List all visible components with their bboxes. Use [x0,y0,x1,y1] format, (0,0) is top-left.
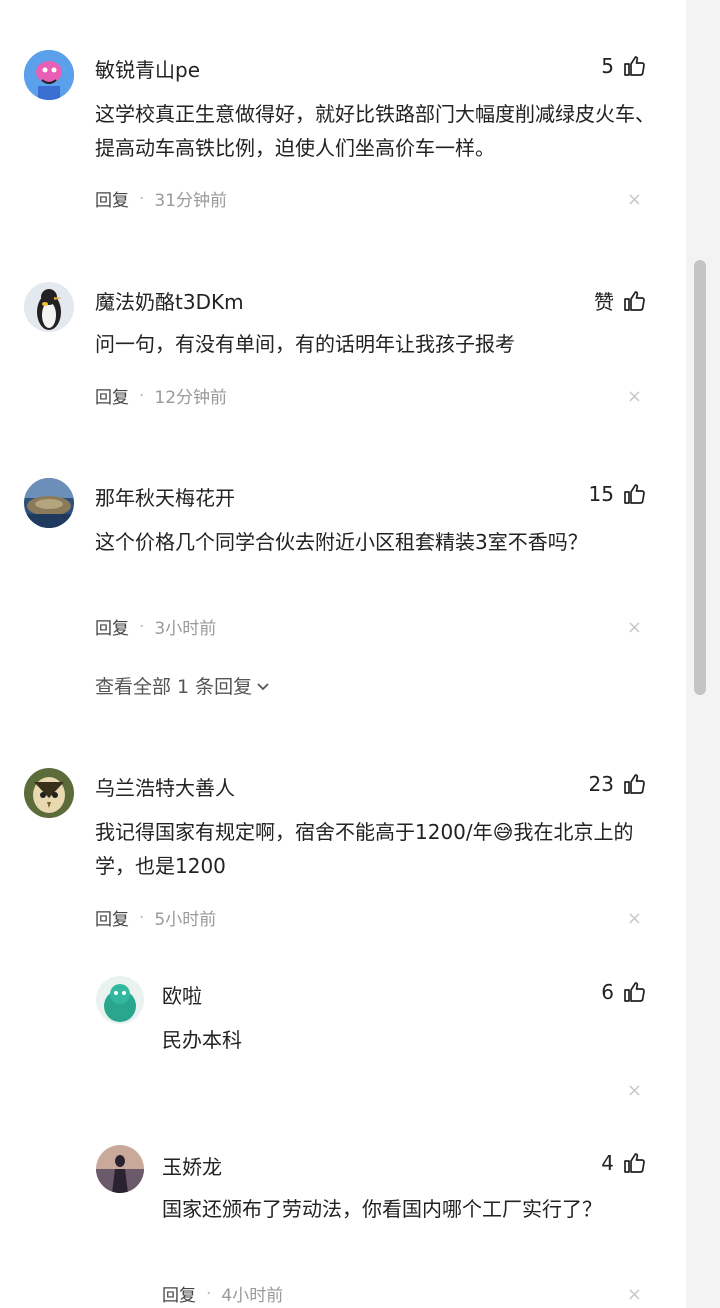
avatar[interactable] [24,50,74,100]
reply-button[interactable]: 回复 [95,186,129,211]
like-button[interactable]: 15 [589,482,646,506]
comment-meta: 回复 · 3小时前 [95,614,217,640]
separator-dot: · [139,188,145,209]
view-all-replies-link[interactable]: 查看全部 1 条回复 [95,672,271,699]
comment-text-part: 我记得国家有规定啊，宿舍不能高于1200/年 [95,820,493,844]
like-count: 23 [588,772,614,796]
user-name[interactable]: 欧啦 [162,980,202,1009]
separator-dot: · [139,385,145,406]
avatar[interactable] [96,1145,144,1193]
user-name[interactable]: 那年秋天梅花开 [95,482,235,511]
avatar[interactable] [24,282,74,332]
timestamp: 5小时前 [154,910,217,930]
comment-meta: 回复 · 12分钟前 [95,383,228,409]
timestamp: 4小时前 [221,1286,284,1306]
like-count: 5 [601,54,614,78]
reply-item: 欧啦 6 民办本科 × [0,970,690,1135]
thumbs-up-icon [624,774,645,794]
comment-meta: 回复 · 5小时前 [95,905,217,931]
comment-text: 这个价格几个同学合伙去附近小区租套精装3室不香吗？ [95,530,588,554]
like-button[interactable]: 6 [601,980,646,1004]
reply-button[interactable]: 回复 [95,614,129,639]
close-icon[interactable]: × [627,908,642,929]
like-count: 赞 [594,290,614,314]
thumbs-up-icon [624,56,645,76]
thumbs-up-icon [624,982,645,1002]
comment-text: 我记得国家有规定啊，宿舍不能高于1200/年😅我在北京上的学，也是1200 [95,815,655,883]
comment-text: 国家还颁布了劳动法，你看国内哪个工厂实行了？ [162,1197,602,1221]
like-button[interactable]: 4 [601,1151,646,1175]
comment-meta: 回复 · 4小时前 [162,1281,284,1307]
like-button[interactable]: 赞 [594,286,646,315]
close-icon[interactable]: × [627,189,642,210]
comment-item: 敏锐青山pe 5 这学校真正生意做得好，就好比铁路部门大幅度削减绿皮火车、提高动… [0,0,690,240]
timestamp: 31分钟前 [154,191,228,211]
scrollbar-thumb[interactable] [694,260,706,695]
scrollbar-track[interactable] [686,0,720,1308]
thumbs-up-icon [624,484,645,504]
separator-dot: · [139,907,145,928]
grinning-sweat-emoji-icon: 😅 [492,820,514,844]
timestamp: 3小时前 [154,619,217,639]
comment-item: 那年秋天梅花开 15 这个价格几个同学合伙去附近小区租套精装3室不香吗？ 回复 … [0,460,690,750]
thumbs-up-icon [624,1153,645,1173]
reply-button[interactable]: 回复 [95,905,129,930]
like-count: 6 [601,980,614,1004]
comment-text: 问一句，有没有单间，有的话明年让我孩子报考 [95,332,515,356]
avatar[interactable] [24,768,74,818]
user-name[interactable]: 魔法奶酪t3DKm [95,286,244,315]
separator-dot: · [139,616,145,637]
reply-button[interactable]: 回复 [162,1281,196,1306]
user-name[interactable]: 乌兰浩特大善人 [95,772,235,801]
like-button[interactable]: 23 [589,772,646,796]
timestamp: 12分钟前 [154,388,228,408]
like-count: 15 [588,482,614,506]
comment-text: 民办本科 [162,1028,242,1052]
close-icon[interactable]: × [627,617,642,638]
avatar[interactable] [24,478,74,528]
like-count: 4 [601,1151,614,1175]
close-icon[interactable]: × [627,1080,642,1101]
comment-meta: 回复 · 31分钟前 [95,186,228,212]
comment-text: 这学校真正生意做得好，就好比铁路部门大幅度削减绿皮火车、提高动车高铁比例，迫使人… [95,102,655,160]
user-name[interactable]: 敏锐青山pe [95,54,200,83]
close-icon[interactable]: × [627,1284,642,1305]
comment-item: 乌兰浩特大善人 23 我记得国家有规定啊，宿舍不能高于1200/年😅我在北京上的… [0,750,690,970]
reply-button[interactable]: 回复 [95,383,129,408]
user-name[interactable]: 玉娇龙 [162,1151,222,1180]
reply-item: 玉娇龙 4 国家还颁布了劳动法，你看国内哪个工厂实行了？ 回复 · 4小时前 × [0,1135,690,1308]
like-button[interactable]: 5 [601,54,646,78]
close-icon[interactable]: × [627,386,642,407]
avatar[interactable] [96,976,144,1024]
comment-item: 魔法奶酪t3DKm 赞 问一句，有没有单间，有的话明年让我孩子报考 回复 · 1… [0,240,690,460]
view-replies-label: 查看全部 1 条回复 [95,676,253,698]
separator-dot: · [206,1283,212,1304]
thumbs-up-icon [624,290,645,311]
chevron-down-icon [257,682,269,690]
